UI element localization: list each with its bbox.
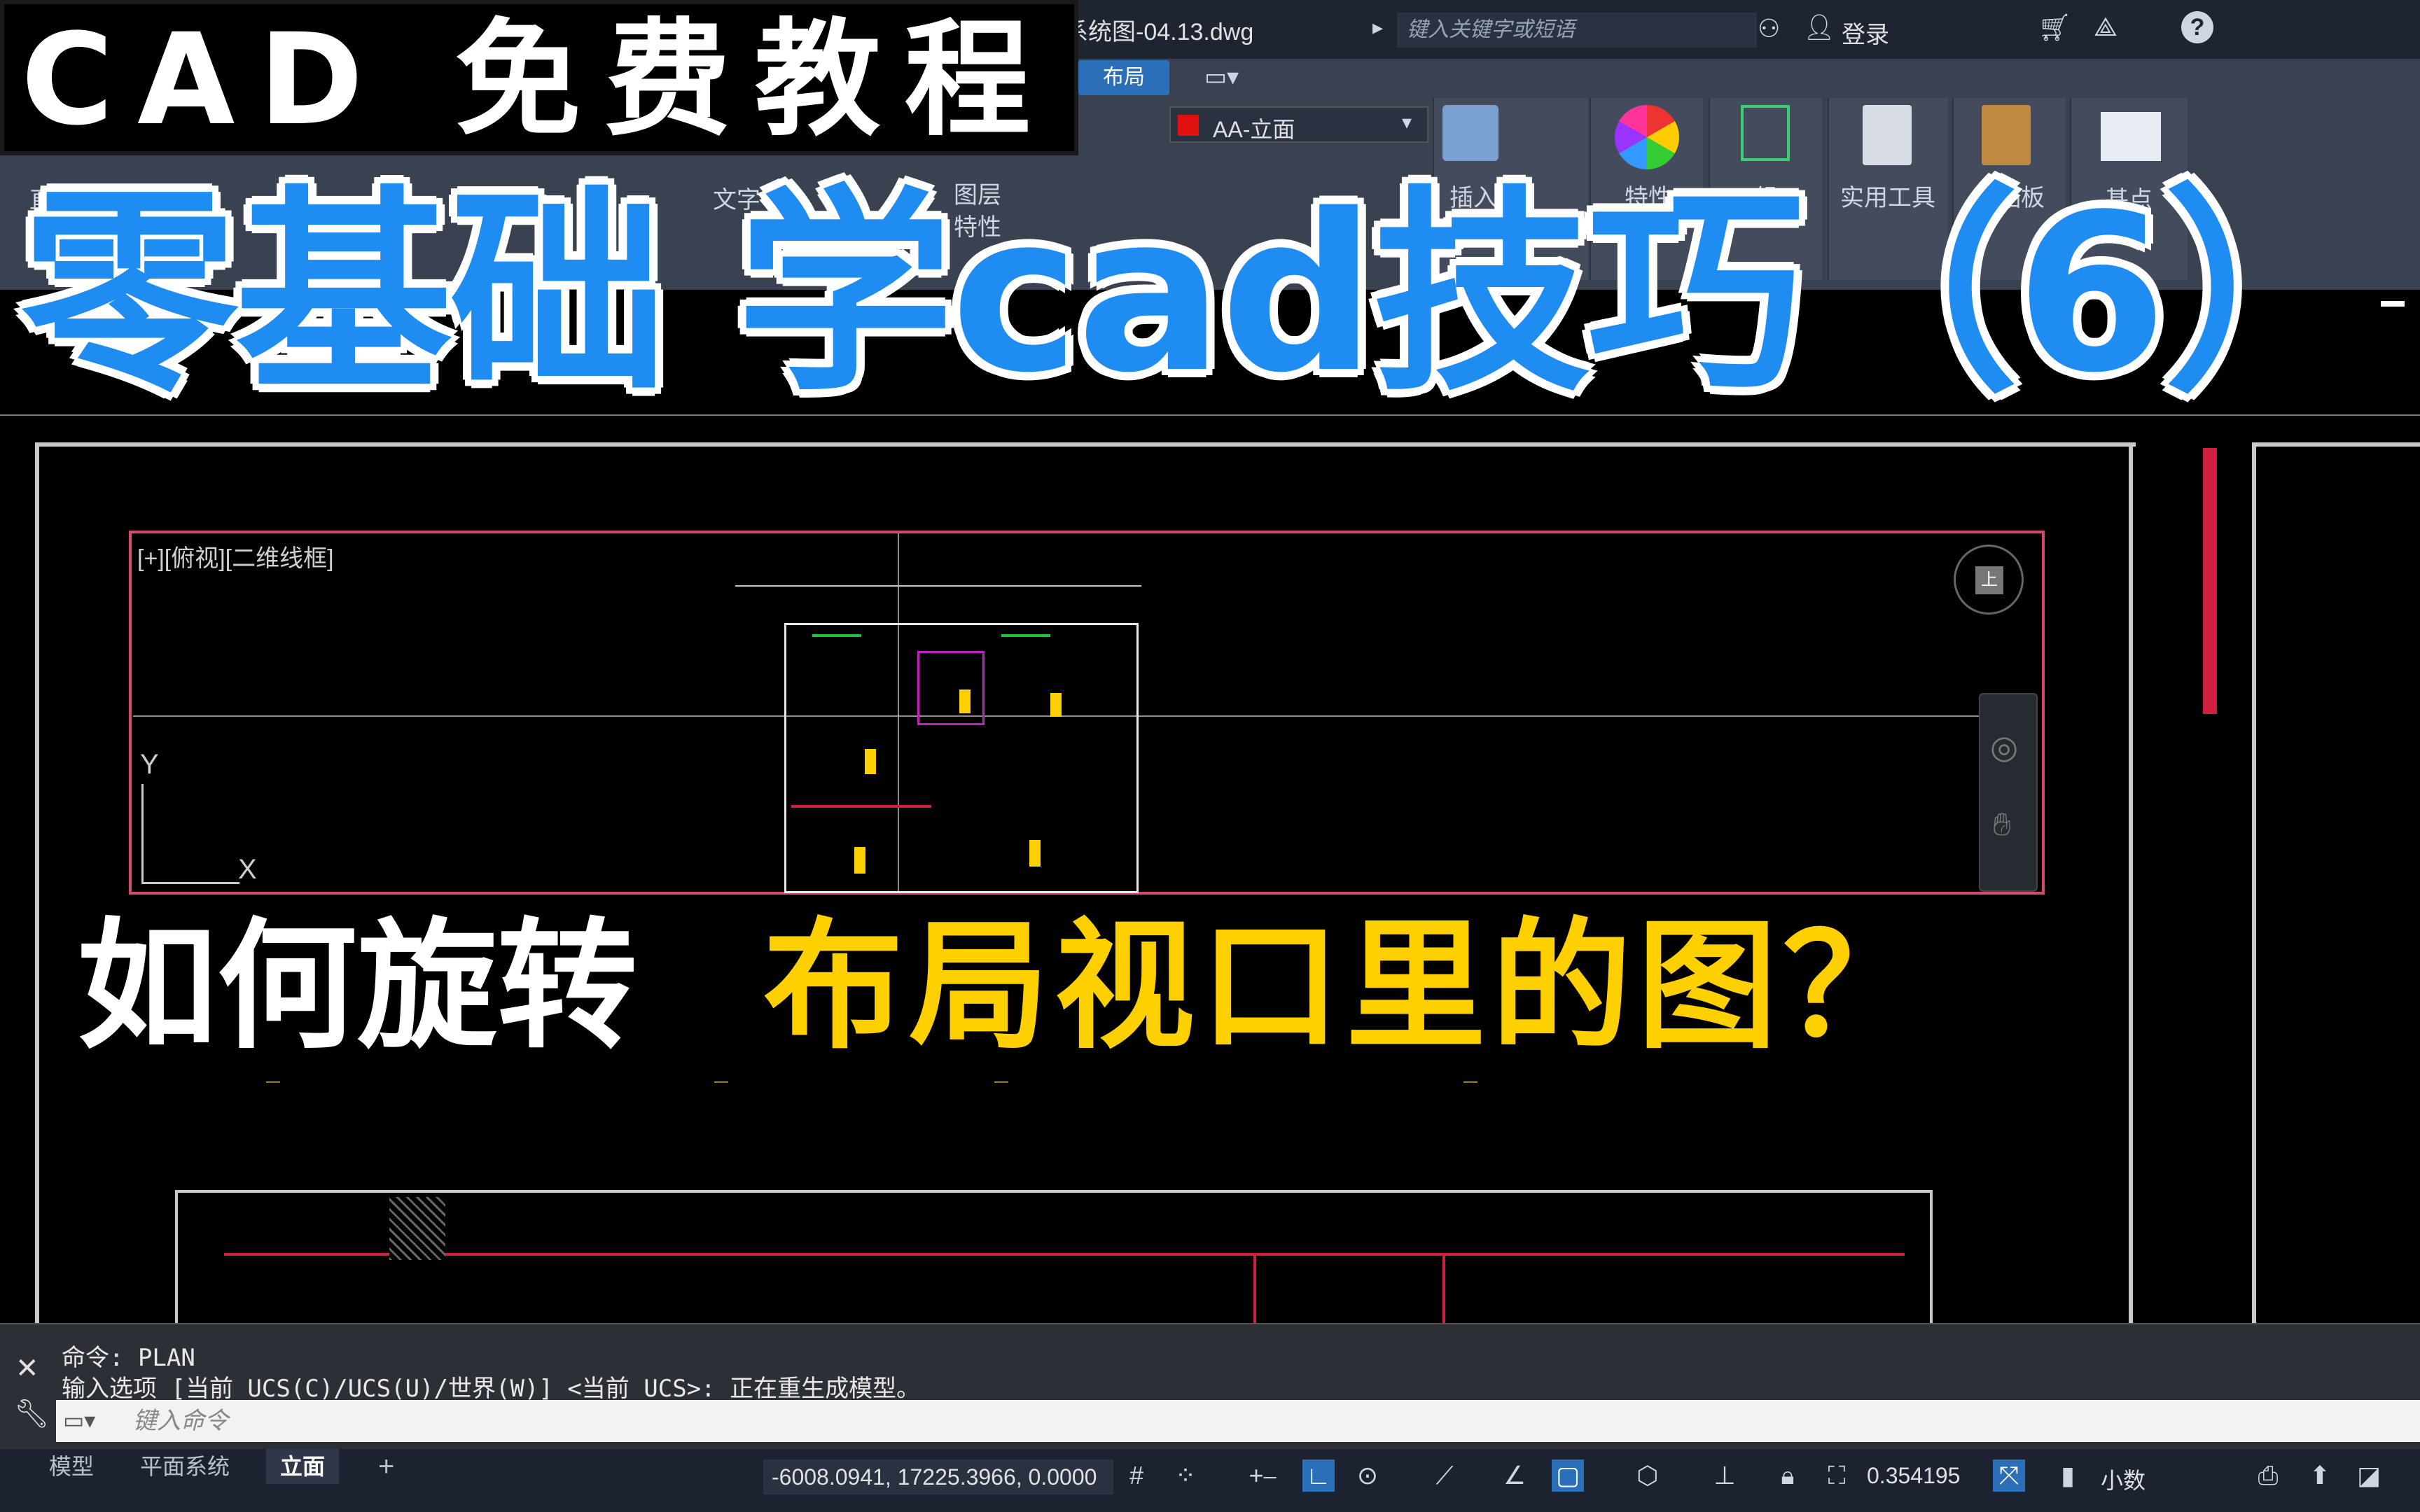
wrench-icon[interactable]: 🔧︎ xyxy=(14,1397,50,1430)
triangle-icon[interactable]: ▸ xyxy=(1372,15,1383,40)
group-icon[interactable] xyxy=(1741,105,1790,161)
ucs-y-label: Y xyxy=(140,749,159,780)
plan-fixture-5 xyxy=(1029,840,1041,867)
snap-icon[interactable]: ⁘ xyxy=(1169,1460,1202,1492)
user-icon[interactable]: 👤︎ xyxy=(1803,13,1835,42)
base-point-icon[interactable] xyxy=(2101,112,2161,161)
help-icon[interactable]: ? xyxy=(2181,11,2213,43)
plan-wall-red xyxy=(791,805,931,808)
sheet-border-left xyxy=(35,442,39,1324)
elevation-left-line xyxy=(175,1190,178,1323)
infer-constraints-icon[interactable]: +⎯ xyxy=(1246,1460,1279,1492)
command-prompt-icon[interactable]: ▭▾ xyxy=(63,1407,95,1434)
elevation-cabinet-vertical-2 xyxy=(1442,1253,1445,1323)
clipboard-icon[interactable] xyxy=(1982,105,2031,165)
tab-elevation[interactable]: 立面 xyxy=(266,1449,340,1484)
view-dropdown-icon[interactable]: ▭▾ xyxy=(1204,63,1239,91)
plan-fixture-1 xyxy=(865,749,876,774)
plan-bathroom xyxy=(917,651,985,725)
maximize-viewport-icon[interactable]: ⛶ xyxy=(1821,1460,1853,1492)
autodesk-app-icon[interactable]: ⟁ xyxy=(2094,13,2118,43)
add-layout-tab-button[interactable]: + xyxy=(364,1449,408,1484)
plan-fixture-3 xyxy=(1050,693,1062,717)
right-sheet-red-strip xyxy=(2203,448,2217,714)
viewcube-top-face[interactable]: 上 xyxy=(1975,566,2003,594)
ortho-icon[interactable]: ∟ xyxy=(1302,1460,1335,1492)
object-snap-icon[interactable]: ▢ xyxy=(1552,1460,1584,1492)
annotation-2: — xyxy=(714,1074,728,1089)
subline-question-highlight: 布局视口里的图？ xyxy=(763,905,1929,1068)
object-snap-tracking-icon[interactable]: ∠ xyxy=(1498,1460,1531,1492)
command-history-line-1: 命令: PLAN xyxy=(62,1344,195,1372)
annotation-3: — xyxy=(994,1074,1008,1089)
viewport-scale-value[interactable]: 0.354195 xyxy=(1867,1463,1960,1489)
right-sheet-border xyxy=(2252,442,2256,1324)
ucs-y-axis xyxy=(141,784,144,882)
color-wheel-icon[interactable] xyxy=(1615,105,1679,169)
plan-dimension-line xyxy=(735,585,1141,587)
tab-model[interactable]: 模型 xyxy=(35,1449,108,1484)
plan-fixture-2 xyxy=(959,690,971,713)
units-icon[interactable]: ▮ xyxy=(2052,1460,2084,1492)
calculator-icon[interactable] xyxy=(1863,105,1912,165)
command-history-line-2: 输入选项 [当前 UCS(C)/UCS(U)/世界(W)] <当前 UCS>: … xyxy=(62,1375,921,1403)
plan-window-2 xyxy=(1001,634,1050,637)
elevation-cabinet-line xyxy=(224,1253,1905,1256)
annotation-4: — xyxy=(1463,1074,1477,1089)
polar-tracking-icon[interactable]: ⊙ xyxy=(1351,1460,1384,1492)
elevation-right-line xyxy=(1930,1190,1933,1323)
layer-name: AA-立面 xyxy=(1213,117,1295,142)
elevation-top-line xyxy=(175,1190,1933,1193)
command-input[interactable]: 键入命令 xyxy=(56,1400,2420,1442)
search-input[interactable]: 键入关键字或短语 xyxy=(1397,13,1757,48)
annotation-scale-icon[interactable]: ⤧ xyxy=(1993,1460,2025,1492)
headline: 零基础 学cad技巧（6） xyxy=(21,168,2381,421)
layer-select[interactable]: AA-立面 ▾ xyxy=(1169,106,1428,143)
3d-snap-icon[interactable]: ⬡ xyxy=(1632,1460,1664,1492)
isodraft-icon[interactable]: ⟋ xyxy=(1428,1460,1461,1492)
binoculars-icon[interactable]: ⚇ xyxy=(1758,14,1780,43)
units-select[interactable]: 小数 xyxy=(2101,1463,2146,1495)
close-icon[interactable]: ✕ xyxy=(15,1352,39,1385)
steering-wheel-icon[interactable]: ◎ xyxy=(1990,728,2018,766)
elevation-cabinet-vertical-1 xyxy=(1253,1253,1256,1323)
grid-icon[interactable]: # xyxy=(1120,1460,1153,1492)
ucs-toggle-icon[interactable]: ⊥ xyxy=(1709,1460,1741,1492)
performance-icon[interactable]: ⬆ xyxy=(2304,1460,2336,1492)
annotation-1: — xyxy=(266,1074,280,1089)
sheet-border-top xyxy=(35,442,2136,447)
insert-icon[interactable] xyxy=(1442,105,1498,161)
viewcube[interactable]: 上 xyxy=(1954,545,2024,615)
elevation-hatch xyxy=(389,1197,445,1260)
chevron-down-icon: ▾ xyxy=(1402,111,1412,133)
tab-layout[interactable]: 布局 xyxy=(1078,60,1169,95)
minimize-icon[interactable] xyxy=(2381,301,2405,307)
right-sheet-top xyxy=(2252,442,2420,447)
file-title: 系统图-04.13.dwg xyxy=(1064,19,1254,46)
login-button[interactable]: 登录 xyxy=(1842,15,1889,50)
coordinates-readout[interactable]: -6008.0941, 17225.3966, 0.0000 xyxy=(763,1460,1113,1494)
ucs-x-axis xyxy=(141,882,239,884)
layer-color-swatch xyxy=(1178,115,1199,136)
ucs-x-label: X xyxy=(238,854,257,885)
cart-icon[interactable]: 🛒︎ xyxy=(2038,13,2071,43)
tab-plan-system[interactable]: 平面系统 xyxy=(126,1449,244,1484)
subline-question-prefix: 如何旋转 xyxy=(77,905,638,1068)
plan-fixture-4 xyxy=(854,847,865,874)
viewport-controls-label[interactable]: [+][俯视][二维线框] xyxy=(137,539,334,573)
navigation-bar[interactable] xyxy=(1979,693,2038,892)
lock-icon[interactable]: 🔒︎ xyxy=(1772,1460,1804,1492)
customize-icon[interactable]: ◪ xyxy=(2353,1460,2385,1492)
pan-hand-icon[interactable]: ✋︎ xyxy=(1993,805,2011,844)
sheet-border-right xyxy=(2129,442,2133,1324)
plan-window-1 xyxy=(812,634,861,637)
printer-icon[interactable]: ⎙ xyxy=(2252,1460,2284,1492)
top-banner-text: CAD 免费教程 xyxy=(21,7,1055,153)
